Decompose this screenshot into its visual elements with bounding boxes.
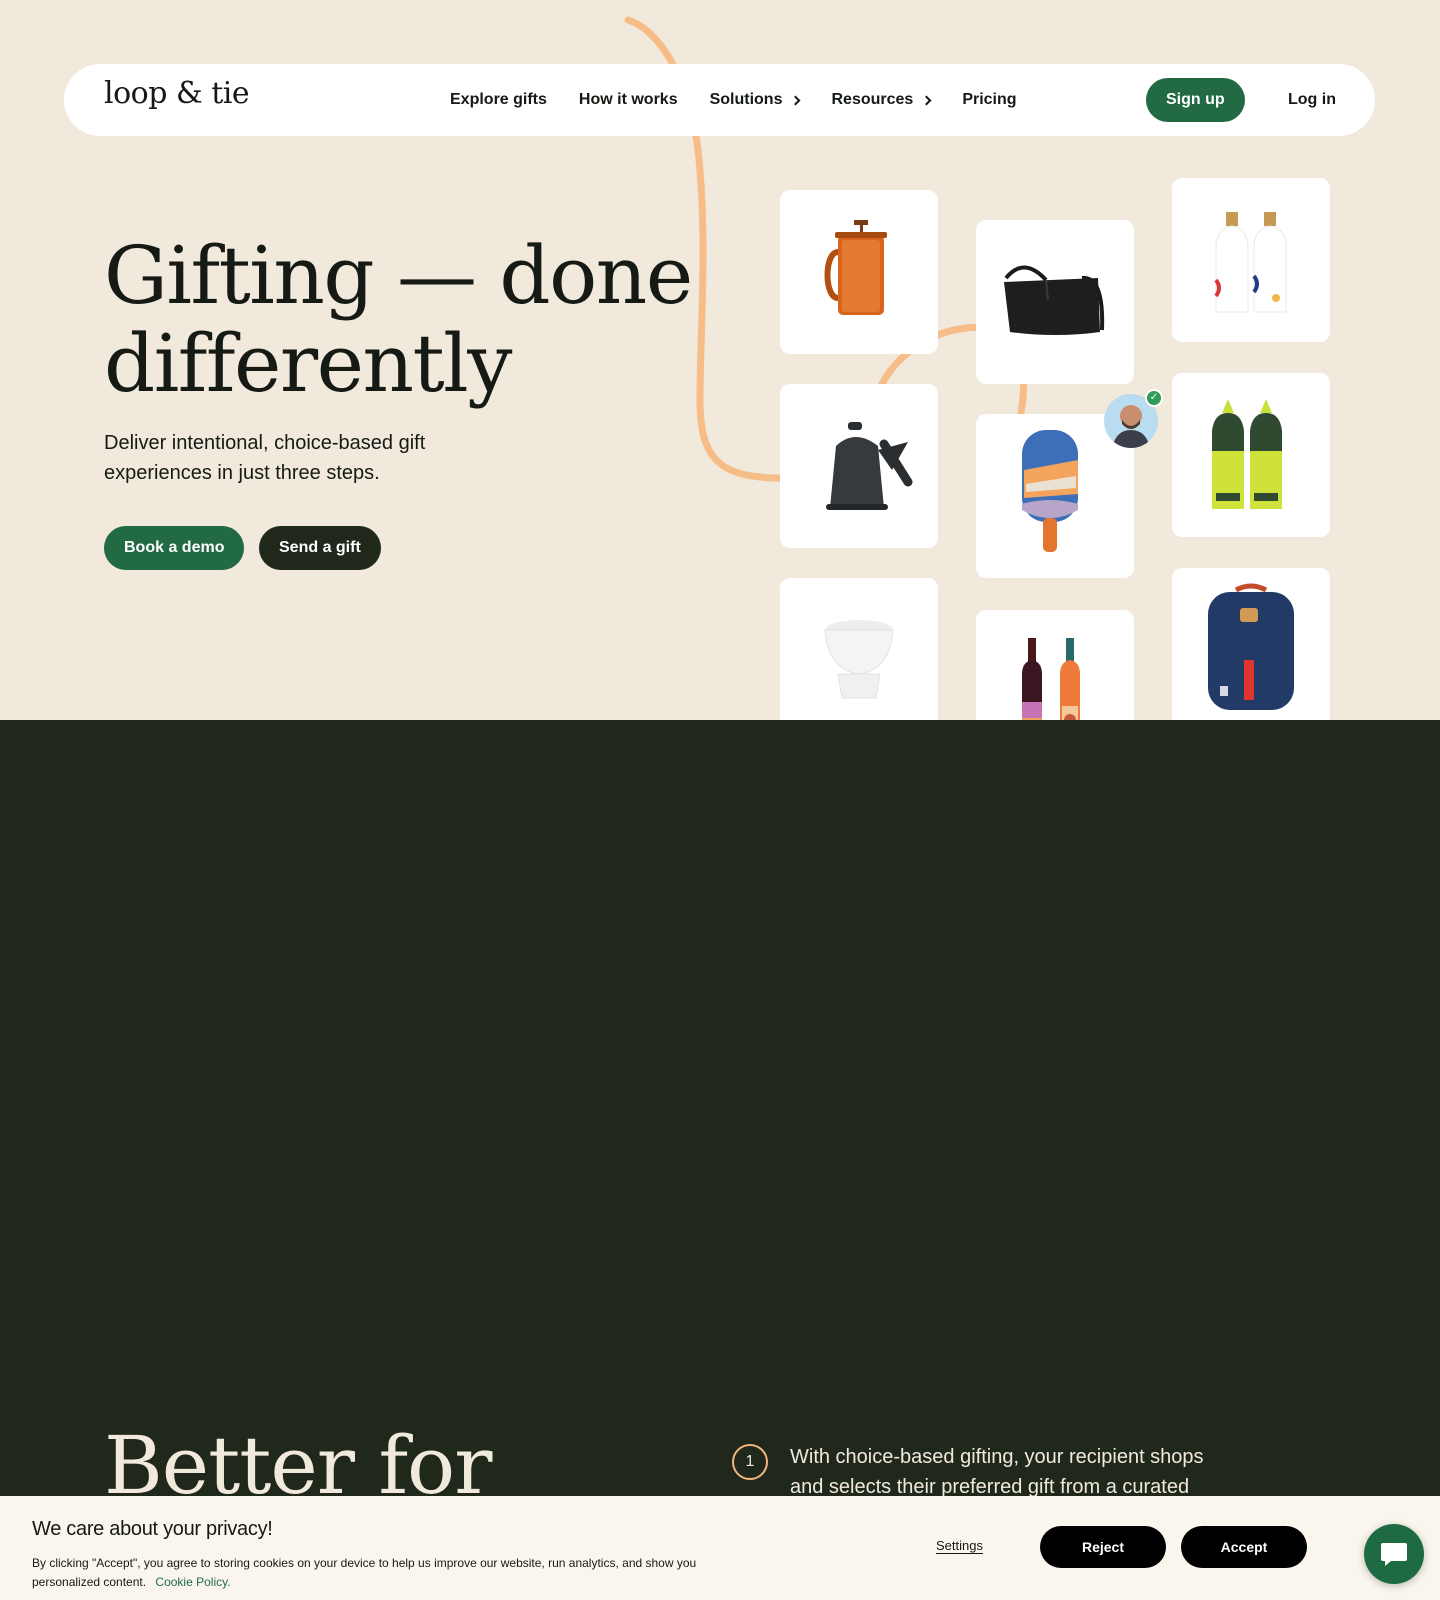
brand-logo[interactable]: loop & tie [104,76,250,111]
hero-section: loop & tie Explore gifts How it works So… [0,0,1440,720]
ceramic-bowl-icon [824,620,894,699]
hero-headline-line2: differently [104,317,512,410]
olive-oil-bottles-icon [1214,212,1287,313]
send-gift-button[interactable]: Send a gift [259,526,381,570]
nav-solutions-label: Solutions [709,91,783,108]
nav-how-it-works[interactable]: How it works [579,91,678,109]
cookie-policy-link[interactable]: Cookie Policy. [155,1575,230,1589]
nav-links: Explore gifts How it works Solutions Res… [450,64,1049,136]
nav-solutions[interactable]: Solutions [709,91,801,109]
check-icon: ✓ [1145,389,1163,407]
nav-how-it-works-label: How it works [578,91,678,108]
step-number-badge: 1 [732,1444,768,1480]
nav-pricing-label: Pricing [962,91,1017,108]
log-in-button[interactable]: Log in [1274,78,1350,122]
nav-resources[interactable]: Resources [831,91,932,109]
book-demo-button[interactable]: Book a demo [104,526,245,570]
hero-headline: Gifting — done differently [104,232,724,408]
product-card-olive-oil[interactable] [1172,178,1330,342]
cookie-body-text: By clicking "Accept", you agree to stori… [32,1556,697,1589]
kettle-icon [826,422,913,510]
product-card-wine-bottles[interactable] [976,610,1134,720]
chat-bubble-icon [1381,1543,1407,1566]
cookie-reject-button[interactable]: Reject [1040,1526,1166,1568]
cookie-body: By clicking "Accept", you agree to stori… [32,1554,762,1592]
step-description: With choice-based gifting, your recipien… [790,1446,1204,1498]
cookie-settings-button[interactable]: Settings [936,1538,983,1553]
product-card-ceramic-bowl[interactable] [780,578,938,720]
cookie-banner: We care about your privacy! By clicking … [0,1496,1440,1600]
product-card-backpack[interactable] [1172,568,1330,720]
hero-subhead: Deliver intentional, choice-based gift e… [104,432,426,484]
hot-sauce-bottles-icon [1212,399,1282,509]
product-card-french-press[interactable] [780,190,938,354]
wine-bottles-icon [1022,638,1080,720]
tote-bag-icon [1004,265,1105,335]
how-it-works-section: Better for 1 With choice-based gifting, … [0,720,1440,1600]
product-card-hot-sauce[interactable] [1172,373,1330,537]
hero-headline-line1: Gifting — done [104,229,693,322]
product-card-kettle[interactable] [780,384,938,548]
cookie-accept-button[interactable]: Accept [1181,1526,1307,1568]
nav-explore-gifts-label: Explore gifts [450,91,547,108]
french-press-icon [824,220,887,315]
backpack-icon [1208,583,1294,710]
nav-resources-label: Resources [831,91,914,108]
top-nav: loop & tie Explore gifts How it works So… [64,64,1375,136]
chevron-right-icon [791,95,801,106]
chevron-right-icon [921,95,932,106]
cookie-title: We care about your privacy! [32,1518,273,1540]
nav-explore-gifts[interactable]: Explore gifts [450,91,547,109]
product-card-tote-bag[interactable] [976,220,1134,384]
sign-up-button[interactable]: Sign up [1146,78,1245,122]
nav-pricing[interactable]: Pricing [962,91,1016,109]
chat-launcher-button[interactable] [1364,1524,1424,1584]
